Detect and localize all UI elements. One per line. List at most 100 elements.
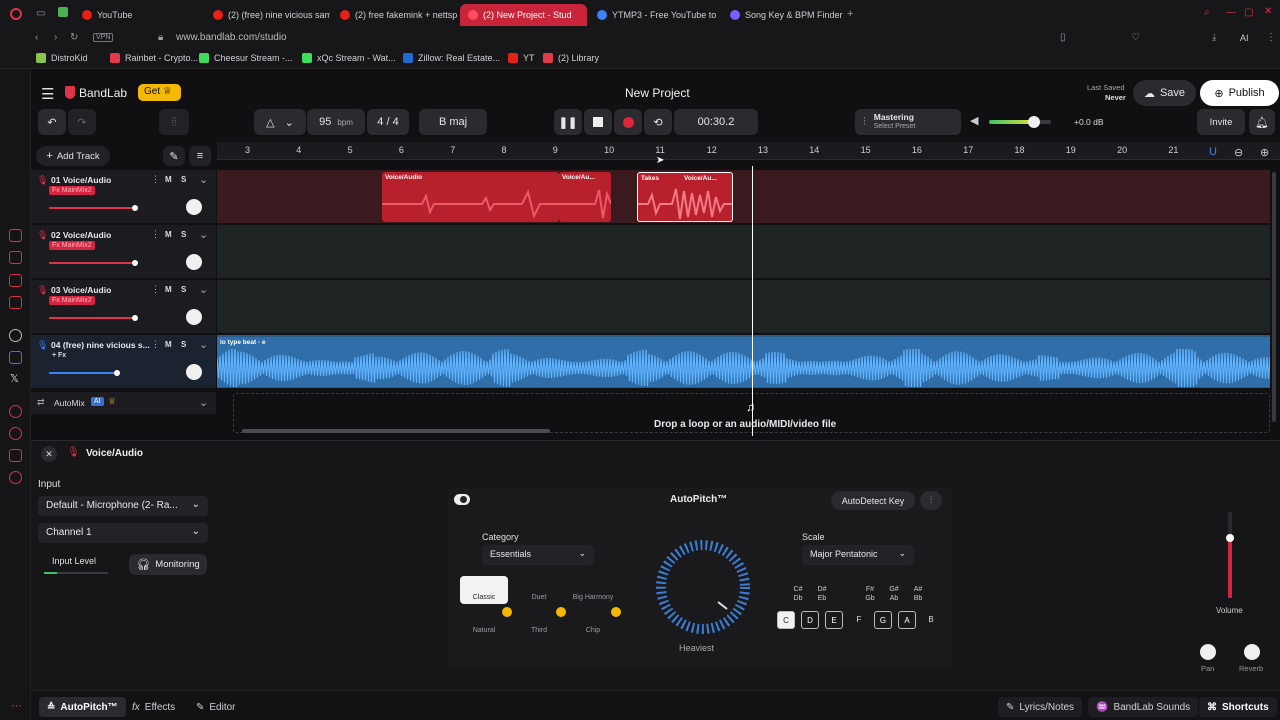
bookmark-icon[interactable]: ▯ bbox=[1060, 32, 1066, 43]
track-fx-chip[interactable]: Fx MainMix2 bbox=[49, 241, 95, 250]
sharp-key-label[interactable]: C# Db bbox=[788, 585, 808, 603]
track-header[interactable]: 🎙︎ 01 Voice/Audio Fx MainMix2 ⋮ M S ⌄ bbox=[31, 170, 216, 224]
automation-button[interactable]: ✎ bbox=[163, 146, 185, 166]
key-field[interactable]: B maj bbox=[419, 109, 487, 135]
audio-region[interactable]: Voice/Au... bbox=[559, 172, 611, 222]
close-window-icon[interactable]: ✕ bbox=[1264, 6, 1272, 17]
autopitch-settings-button[interactable]: ⫶ bbox=[920, 491, 942, 510]
vertical-scrollbar[interactable] bbox=[1272, 172, 1276, 422]
redo-button[interactable]: ↷ bbox=[68, 109, 96, 135]
track-menu-icon[interactable]: ⋮ bbox=[151, 339, 160, 350]
track-volume-fader[interactable] bbox=[49, 205, 138, 211]
audio-region[interactable]: Voice/Audio bbox=[382, 172, 559, 222]
sidebar-app-icon[interactable] bbox=[9, 449, 22, 462]
track-header[interactable]: 🎙︎ 03 Voice/Audio Fx MainMix2 ⋮ M S ⌄ bbox=[31, 280, 216, 334]
solo-button[interactable]: S bbox=[181, 285, 186, 294]
zoom-in-icon[interactable]: ⊕ bbox=[1260, 146, 1269, 159]
chevron-down-icon[interactable]: ⌄ bbox=[199, 396, 208, 409]
tab-editor[interactable]: ✎ Editor bbox=[188, 697, 244, 717]
preset-classic[interactable]: Classic bbox=[460, 576, 508, 604]
preset-natural[interactable]: Natural bbox=[460, 609, 508, 637]
category-select[interactable]: Essentials ⌄ bbox=[482, 545, 594, 565]
track-menu-icon[interactable]: ⋮ bbox=[151, 229, 160, 240]
pause-button[interactable]: ❚❚ bbox=[554, 109, 582, 135]
forward-icon[interactable]: › bbox=[54, 32, 57, 43]
chevron-down-icon[interactable]: ⌄ bbox=[199, 283, 208, 296]
track-header[interactable]: 🎙︎ 02 Voice/Audio Fx MainMix2 ⋮ M S ⌄ bbox=[31, 225, 216, 279]
more-icon[interactable]: ⋯ bbox=[11, 699, 22, 712]
scale-key-c[interactable]: C bbox=[777, 611, 795, 629]
solo-button[interactable]: S bbox=[181, 175, 186, 184]
bookmark-item[interactable]: Rainbet - Crypto... bbox=[110, 53, 198, 63]
fader-thumb[interactable] bbox=[132, 260, 138, 266]
mute-button[interactable]: M bbox=[165, 285, 172, 294]
track-name[interactable]: 04 (free) nine vicious s... bbox=[51, 340, 150, 350]
time-signature-field[interactable]: 4 / 4 bbox=[367, 109, 409, 135]
bookmark-item[interactable]: Zillow: Real Estate... bbox=[403, 53, 500, 63]
pan-knob[interactable] bbox=[1200, 644, 1216, 660]
timeline-ruler[interactable]: 3 4 5 6 7 8 9 10 11 12 13 14 15 16 17 18 19 20 21 bbox=[217, 142, 1280, 160]
track-fx-chip[interactable]: Fx MainMix2 bbox=[49, 296, 95, 305]
browser-tab[interactable]: Song Key & BPM Finder | T bbox=[722, 4, 844, 26]
preset-chip[interactable]: Chip bbox=[569, 609, 617, 637]
fader-thumb[interactable] bbox=[132, 315, 138, 321]
track-volume-fader[interactable] bbox=[49, 315, 138, 321]
volume-thumb[interactable] bbox=[1028, 116, 1040, 128]
back-icon[interactable]: ‹ bbox=[35, 32, 38, 43]
maximize-icon[interactable]: ▢ bbox=[1244, 7, 1253, 18]
snap-magnet-icon[interactable]: U bbox=[1209, 146, 1217, 158]
scale-key-g[interactable]: G bbox=[874, 611, 892, 629]
input-device-select[interactable]: Default - Microphone (2- Ra... ⌄ bbox=[38, 496, 208, 516]
scale-select[interactable]: Major Pentatonic ⌄ bbox=[802, 545, 914, 565]
chevron-down-icon[interactable]: ⌄ bbox=[199, 173, 208, 186]
sharp-key-label[interactable]: A# Bb bbox=[908, 585, 928, 603]
track-lane[interactable] bbox=[217, 280, 1270, 334]
search-icon[interactable]: ⌕ bbox=[1204, 7, 1210, 18]
mute-button[interactable]: M bbox=[165, 340, 172, 349]
playhead[interactable] bbox=[752, 166, 753, 436]
bookmark-item[interactable]: YT bbox=[508, 53, 535, 63]
bandlab-sounds-button[interactable]: ♒ BandLab Sounds bbox=[1088, 697, 1199, 717]
browser-tab[interactable]: (2) New Project - Stud bbox=[460, 4, 587, 26]
sidebar-app-icon[interactable] bbox=[9, 296, 22, 309]
sidebar-app-icon[interactable] bbox=[9, 274, 22, 287]
audio-region[interactable]: lo type beat - e bbox=[217, 337, 1270, 387]
sharp-key-label[interactable]: D# Eb bbox=[812, 585, 832, 603]
track-name[interactable]: 03 Voice/Audio bbox=[51, 285, 111, 295]
browser-tab[interactable]: YTMP3 - Free YouTube to bbox=[589, 4, 719, 26]
extension-icon[interactable] bbox=[58, 7, 68, 17]
track-pan-knob[interactable] bbox=[186, 254, 202, 270]
automix-row[interactable]: ⇄ AutoMix AI ♕ ⌄ bbox=[31, 392, 216, 414]
scale-key-b[interactable]: B bbox=[922, 611, 940, 629]
save-button[interactable]: ☁ Save bbox=[1133, 80, 1196, 106]
autodetect-key-button[interactable]: AutoDetect Key bbox=[831, 491, 915, 510]
url-text[interactable]: www.bandlab.com/studio bbox=[176, 32, 287, 43]
volume-fader-thumb[interactable] bbox=[1226, 534, 1234, 542]
sharp-key-label[interactable]: G# Ab bbox=[884, 585, 904, 603]
track-lane[interactable] bbox=[217, 170, 1270, 224]
scale-key-d[interactable]: D bbox=[801, 611, 819, 629]
autopitch-toggle[interactable] bbox=[454, 494, 470, 505]
twitch-icon[interactable] bbox=[9, 351, 22, 364]
track-pan-knob[interactable] bbox=[186, 364, 202, 380]
preset-duet[interactable]: Duet bbox=[515, 576, 563, 604]
browser-tab[interactable]: (2) free fakemink + nettsp bbox=[332, 4, 458, 26]
volume-fader[interactable] bbox=[1226, 512, 1234, 598]
track-fx-chip[interactable]: Fx MainMix2 bbox=[49, 186, 95, 195]
track-volume-fader[interactable] bbox=[49, 370, 120, 376]
add-track-button[interactable]: + Add Track bbox=[36, 146, 110, 166]
record-button[interactable] bbox=[614, 109, 642, 135]
get-button[interactable]: Get ♕ bbox=[138, 84, 181, 101]
tab-menu-icon[interactable]: ▭ bbox=[36, 8, 45, 19]
tempo-field[interactable]: 95 bpm bbox=[307, 109, 365, 135]
ai-label[interactable]: AI bbox=[1240, 33, 1249, 43]
track-fx-chip[interactable]: + Fx bbox=[49, 351, 69, 360]
shortcuts-button[interactable]: ⌘ Shortcuts bbox=[1199, 697, 1277, 717]
new-tab-icon[interactable]: + bbox=[847, 8, 853, 20]
browser-tab[interactable]: YouTube bbox=[74, 4, 202, 26]
scale-key-e[interactable]: E bbox=[825, 611, 843, 629]
master-volume-slider[interactable] bbox=[989, 116, 1051, 128]
bookmark-item[interactable]: DistroKid bbox=[36, 53, 88, 63]
sidebar-app-icon[interactable] bbox=[9, 229, 22, 242]
reverb-knob[interactable] bbox=[1244, 644, 1260, 660]
